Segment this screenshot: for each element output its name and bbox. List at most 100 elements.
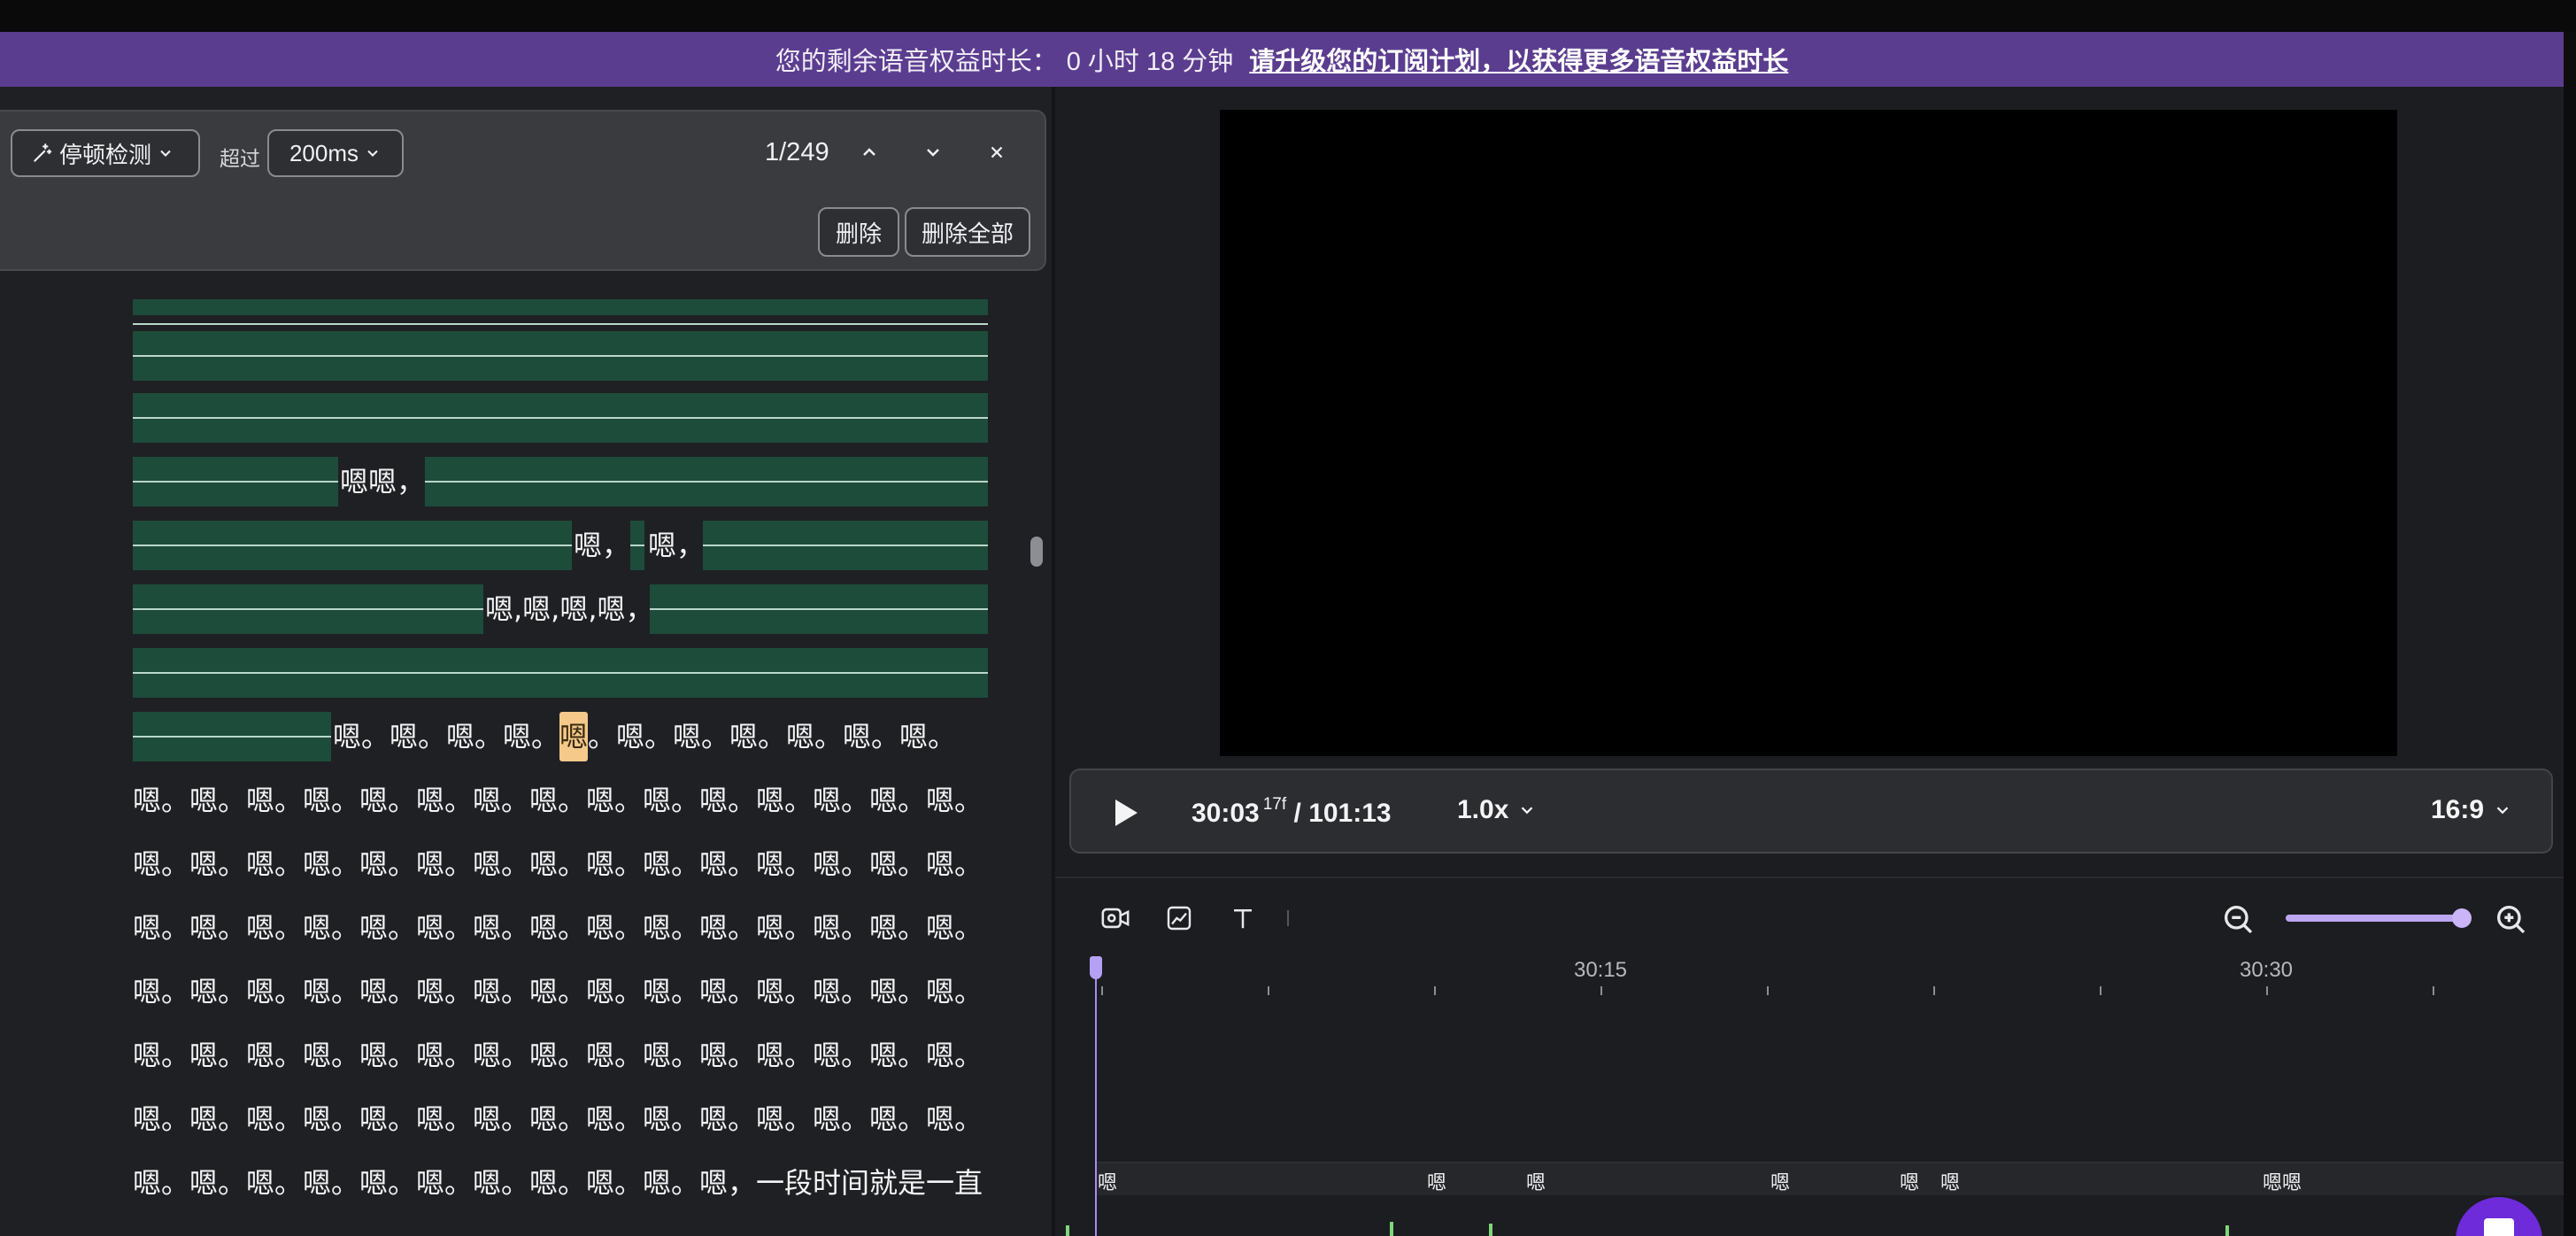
window-top-strip — [0, 0, 2576, 32]
transcript-line: 嗯。嗯。嗯。嗯。 嗯 。嗯。嗯。嗯。嗯。嗯。嗯。 — [133, 712, 988, 761]
word-chip[interactable]: 嗯 — [1900, 1167, 1919, 1195]
pause-segment[interactable] — [133, 648, 988, 698]
add-chart-button[interactable] — [1160, 899, 1199, 938]
pause-segment[interactable] — [133, 584, 483, 634]
ruler-label: 30:30 — [2239, 958, 2294, 982]
transcript-line: 嗯,嗯,嗯,嗯， — [133, 584, 988, 634]
time-display: 30:03 17f / 101:13 — [1192, 795, 1392, 829]
pause-segment[interactable] — [650, 584, 988, 634]
panel-divider[interactable] — [1052, 87, 1055, 1236]
zoom-slider-handle[interactable] — [2452, 908, 2472, 928]
pause-segment[interactable] — [133, 393, 988, 443]
next-match-button[interactable] — [914, 133, 953, 172]
word-chip[interactable]: 嗯嗯 — [2263, 1167, 2302, 1195]
ruler-tick — [1933, 986, 1935, 995]
upgrade-link[interactable]: 请升级您的订阅计划，以获得更多语音权益时长 — [1249, 41, 1788, 78]
total-time: 101:13 — [1308, 799, 1392, 828]
transcript-text-line[interactable]: 嗯。嗯。嗯。嗯。嗯。嗯。嗯。嗯。嗯。嗯。嗯。嗯。嗯。嗯。嗯。 — [133, 839, 983, 889]
add-video-button[interactable] — [1096, 899, 1135, 938]
pause-detect-dropdown[interactable]: 停顿检测 — [11, 129, 200, 177]
pause-segment[interactable] — [133, 521, 572, 570]
waveform-spike — [1390, 1222, 1393, 1236]
pause-segment[interactable] — [133, 331, 988, 381]
ruler-tick — [1268, 986, 1269, 995]
transcript-line — [133, 299, 988, 325]
over-label: 超过 — [220, 147, 260, 170]
threshold-value: 200ms — [289, 139, 359, 166]
current-time: 30:03 — [1192, 799, 1260, 828]
chevron-down-icon — [927, 149, 939, 157]
toolbar-separator — [1287, 910, 1289, 926]
audio-track[interactable]: 嗯 嗯 嗯 嗯 嗯 嗯 嗯嗯 — [1096, 1162, 2564, 1195]
delete-all-button[interactable]: 删除全部 — [905, 207, 1030, 257]
transcript-text-line[interactable]: 嗯。嗯。嗯。嗯。嗯。嗯。嗯。嗯。嗯。嗯。嗯。嗯。嗯。嗯。嗯。 — [133, 967, 983, 1016]
playhead-line[interactable] — [1095, 958, 1097, 1236]
word-chip[interactable]: 嗯 — [1940, 1167, 1960, 1195]
transcript-line — [133, 331, 988, 381]
ruler-label: 30:15 — [1573, 958, 1628, 982]
play-icon[interactable] — [1107, 795, 1142, 830]
transcript-line: 嗯， 嗯， — [133, 521, 988, 570]
timeline-toolbar — [1096, 898, 1289, 939]
pause-segment[interactable] — [703, 521, 988, 570]
chart-icon — [1167, 906, 1192, 931]
text-icon — [1234, 909, 1252, 929]
transcript-word[interactable]: 嗯， — [648, 521, 705, 570]
pause-segment[interactable] — [133, 299, 988, 325]
transcript-text-line[interactable]: 嗯。嗯。嗯。嗯。嗯。嗯。嗯。嗯。嗯。嗯。嗯，一段时间就是一直 — [133, 1158, 983, 1208]
quota-banner: 您的剩余语音权益时长： 0 小时 18 分钟 请升级您的订阅计划，以获得更多语音… — [0, 32, 2564, 87]
waveform-spike — [1066, 1225, 1069, 1236]
ruler-tick — [1600, 986, 1602, 995]
zoom-slider-track[interactable] — [2286, 915, 2463, 922]
transcript-word[interactable]: 嗯嗯， — [340, 457, 425, 506]
pause-detect-label: 停顿检测 — [58, 141, 151, 168]
transcript-word[interactable]: 嗯,嗯,嗯,嗯， — [485, 584, 654, 634]
transcript-text-line[interactable]: 嗯。嗯。嗯。嗯。嗯。嗯。嗯。嗯。嗯。嗯。嗯。嗯。嗯。嗯。嗯。 — [133, 776, 983, 825]
pause-segment[interactable] — [133, 712, 331, 761]
transcript-text-line[interactable]: 嗯。嗯。嗯。嗯。嗯。嗯。嗯。嗯。嗯。嗯。嗯。嗯。嗯。嗯。嗯。 — [133, 1031, 983, 1080]
transcript-text-line[interactable]: 嗯。嗯。嗯。嗯。嗯。嗯。嗯。嗯。嗯。嗯。嗯。嗯。嗯。嗯。嗯。 — [133, 903, 983, 953]
add-text-button[interactable] — [1223, 899, 1262, 938]
playhead-handle[interactable] — [1090, 956, 1102, 979]
pause-segment[interactable] — [425, 457, 988, 506]
transcript-scrollbar[interactable] — [1030, 537, 1043, 567]
match-counter: 1/249 — [765, 138, 829, 166]
aspect-ratio-dropdown[interactable]: 16:9 — [2431, 795, 2512, 825]
speed-value: 1.0x — [1457, 795, 1509, 824]
word-chip[interactable]: 嗯 — [1526, 1167, 1546, 1195]
window-right-edge — [2564, 32, 2576, 1236]
pause-segment[interactable] — [133, 457, 338, 506]
ruler-tick — [1767, 986, 1769, 995]
word-chip[interactable]: 嗯 — [1427, 1167, 1446, 1195]
transcript-line: 嗯嗯， — [133, 457, 988, 506]
speed-dropdown[interactable]: 1.0x — [1457, 795, 1537, 825]
transcript-word[interactable]: 。嗯。嗯。嗯。嗯。嗯。嗯。 — [588, 712, 956, 761]
video-preview[interactable] — [1220, 110, 2397, 756]
prev-match-button[interactable] — [850, 133, 889, 172]
chevron-down-icon — [1522, 807, 1533, 815]
timeline-ruler[interactable]: 30:15 30:30 — [1096, 956, 2557, 1000]
ruler-tick — [2100, 986, 2102, 995]
ruler-tick — [2266, 986, 2268, 995]
word-chip[interactable]: 嗯 — [1770, 1167, 1790, 1195]
delete-button[interactable]: 删除 — [818, 207, 899, 257]
frame-number: 17f — [1262, 795, 1287, 814]
zoom-in-icon[interactable] — [2493, 901, 2528, 937]
transcript-text-line[interactable]: 嗯。嗯。嗯。嗯。嗯。嗯。嗯。嗯。嗯。嗯。嗯。嗯。嗯。嗯。嗯。 — [133, 1094, 983, 1144]
close-icon — [991, 146, 1003, 158]
chat-support-button[interactable] — [2456, 1197, 2542, 1236]
pause-segment[interactable] — [630, 521, 644, 570]
word-chip[interactable]: 嗯 — [1098, 1167, 1117, 1195]
ruler-tick — [1101, 986, 1103, 995]
sparkle-icon — [34, 143, 52, 162]
waveform-spike — [1489, 1224, 1492, 1236]
ruler-tick — [1434, 986, 1436, 995]
aspect-ratio-value: 16:9 — [2431, 795, 2485, 824]
transcript-word[interactable]: 嗯， — [574, 521, 630, 570]
transcript-word[interactable]: 嗯。嗯。嗯。嗯。 — [333, 712, 559, 761]
section-divider — [1055, 877, 2564, 878]
transcript-word-highlighted[interactable]: 嗯 — [559, 712, 589, 761]
close-toolbar-button[interactable] — [977, 133, 1016, 172]
threshold-dropdown[interactable]: 200ms — [267, 129, 404, 177]
zoom-out-icon[interactable] — [2220, 901, 2256, 937]
